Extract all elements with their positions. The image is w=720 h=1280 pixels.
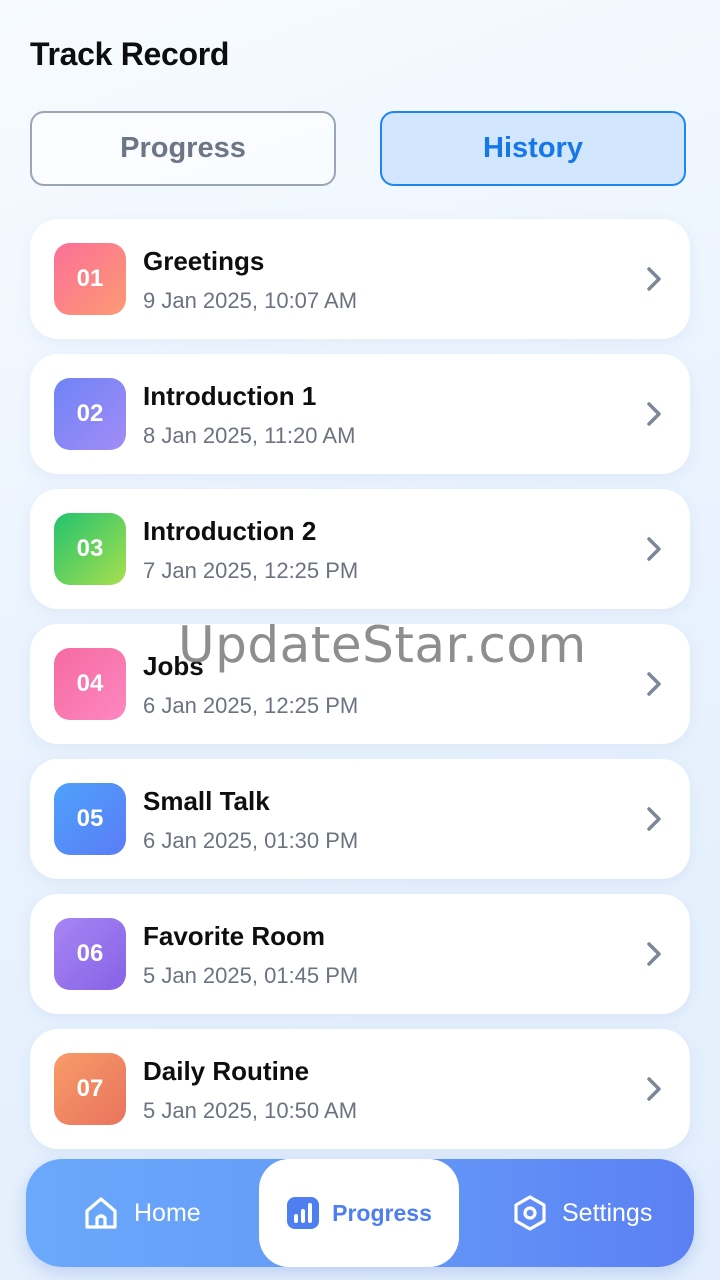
item-number-badge: 02 [54,378,126,450]
nav-home-label: Home [134,1198,201,1227]
item-title: Greetings [143,246,265,276]
item-title: Introduction 1 [143,381,317,411]
item-date: 6 Jan 2025, 01:30 PM [143,828,359,853]
item-number-badge: 06 [54,918,126,990]
history-item[interactable]: 07 Daily Routine 5 Jan 2025, 10:50 AM [30,1029,690,1149]
chevron-right-icon [647,807,661,831]
item-date: 5 Jan 2025, 01:45 PM [143,963,359,988]
item-date: 8 Jan 2025, 11:20 AM [143,423,356,448]
history-item[interactable]: 02 Introduction 1 8 Jan 2025, 11:20 AM [30,354,690,474]
item-date: 6 Jan 2025, 12:25 PM [143,693,359,718]
nav-home[interactable]: Home [82,1159,201,1267]
nav-progress-label: Progress [332,1199,432,1226]
page-title: Track Record [30,36,230,72]
chevron-right-icon [647,942,661,966]
item-date: 7 Jan 2025, 12:25 PM [143,558,359,583]
history-item[interactable]: 06 Favorite Room 5 Jan 2025, 01:45 PM [30,894,690,1014]
item-number-badge: 07 [54,1053,126,1125]
item-title: Introduction 2 [143,516,317,546]
history-item[interactable]: 05 Small Talk 6 Jan 2025, 01:30 PM [30,759,690,879]
bottom-nav: Home Progress Settings [26,1159,694,1267]
item-title: Favorite Room [143,921,326,951]
item-title: Daily Routine [143,1056,310,1086]
item-date: 5 Jan 2025, 10:50 AM [143,1098,358,1123]
tab-history[interactable]: History [380,111,686,186]
hexagon-gear-icon [514,1195,546,1231]
home-icon [85,1197,117,1229]
tab-progress[interactable]: Progress [30,111,336,186]
item-number-badge: 01 [54,243,126,315]
bar-chart-icon [287,1197,320,1229]
chevron-right-icon [647,267,661,291]
watermark: UpdateStar.com [178,616,587,674]
nav-settings[interactable]: Settings [512,1159,652,1267]
item-number-badge: 04 [54,648,126,720]
item-number-badge: 03 [54,513,126,585]
chevron-right-icon [647,672,661,696]
chevron-right-icon [647,1077,661,1101]
chevron-right-icon [647,537,661,561]
item-number-badge: 05 [54,783,126,855]
item-date: 9 Jan 2025, 10:07 AM [143,288,358,313]
item-title: Small Talk [143,786,270,816]
nav-progress[interactable]: Progress [259,1159,459,1267]
chevron-right-icon [647,402,661,426]
history-list: 01 Greetings 9 Jan 2025, 10:07 AM 02 Int… [30,219,690,1164]
history-item[interactable]: 01 Greetings 9 Jan 2025, 10:07 AM [30,219,690,339]
nav-settings-label: Settings [562,1198,653,1227]
history-item[interactable]: 03 Introduction 2 7 Jan 2025, 12:25 PM [30,489,690,609]
